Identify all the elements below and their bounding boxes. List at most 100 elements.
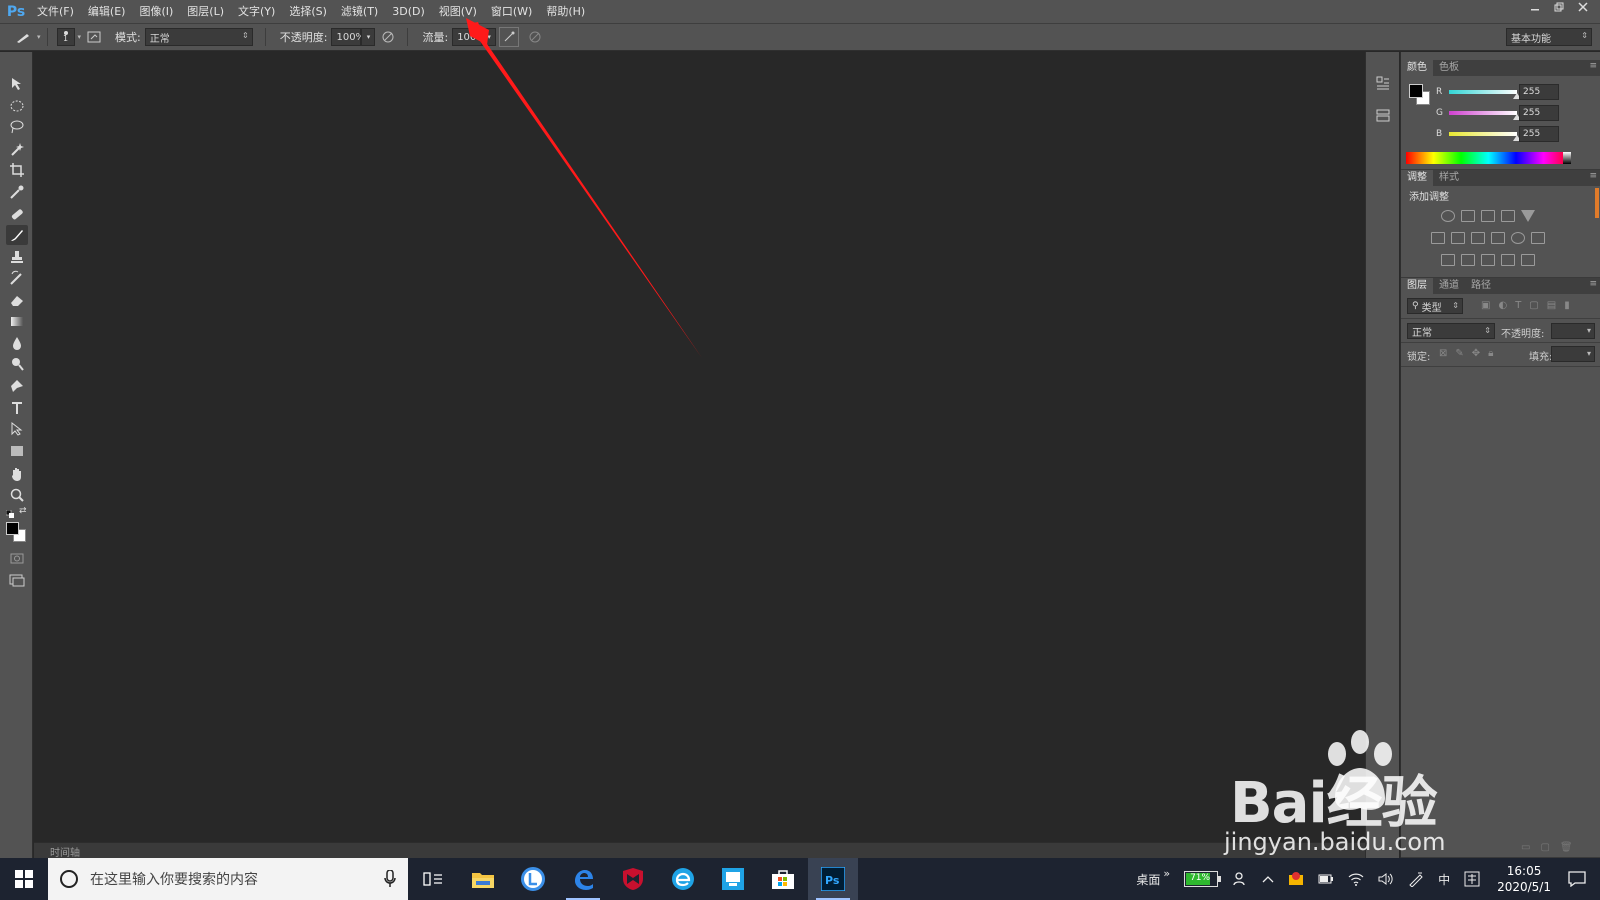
opacity-field[interactable]: 100% (331, 28, 365, 46)
pen-workspace-icon[interactable] (1408, 871, 1424, 887)
brush-tool-icon[interactable] (6, 225, 28, 245)
filter-toggle-icon[interactable]: ▮ (1564, 300, 1570, 311)
gradient-map-icon[interactable] (1521, 254, 1535, 266)
g-value-field[interactable]: 255 (1519, 105, 1559, 121)
clock[interactable]: 16:05 2020/5/1 (1497, 863, 1551, 895)
new-layer-icon[interactable]: ▢ (1540, 842, 1549, 853)
selective-color-icon[interactable] (1501, 254, 1515, 266)
swap-colors-icon[interactable]: ⇄ (19, 506, 27, 516)
pressure-opacity-icon[interactable] (378, 27, 398, 47)
new-group-icon[interactable]: ▭ (1521, 842, 1530, 853)
volume-icon[interactable] (1378, 872, 1394, 886)
battery-indicator[interactable]: 71% (1184, 871, 1222, 887)
hand-tool-icon[interactable] (6, 464, 28, 484)
foreground-color-swatch[interactable] (6, 522, 19, 535)
shape-filter-icon[interactable]: ▢ (1529, 300, 1538, 311)
menu-filter[interactable]: 滤镜(T) (334, 0, 385, 23)
threshold-icon[interactable] (1481, 254, 1495, 266)
delete-layer-icon[interactable]: 🗑︎ (1560, 842, 1573, 853)
foreground-background-swatch[interactable] (6, 522, 26, 542)
clone-stamp-tool-icon[interactable] (6, 247, 28, 267)
restore-icon[interactable] (1548, 0, 1570, 14)
chevron-up-icon[interactable] (1262, 875, 1274, 883)
dodge-tool-icon[interactable] (6, 354, 28, 374)
b-track[interactable] (1449, 132, 1517, 136)
path-selection-tool-icon[interactable] (6, 419, 28, 439)
fill-field[interactable]: ▾ (1551, 346, 1595, 362)
zoom-tool-icon[interactable] (6, 485, 28, 505)
brush-size-arrow-icon[interactable]: ▾ (78, 33, 82, 41)
microphone-icon[interactable] (384, 870, 396, 888)
file-explorer-button[interactable] (458, 858, 508, 900)
minimize-icon[interactable] (1524, 0, 1546, 14)
tab-styles[interactable]: 样式 (1433, 170, 1465, 186)
exposure-icon[interactable] (1501, 210, 1515, 222)
menu-view[interactable]: 视图(V) (432, 0, 484, 23)
menu-layer[interactable]: 图层(L) (180, 0, 231, 23)
magic-wand-tool-icon[interactable] (6, 139, 28, 159)
tab-swatches[interactable]: 色板 (1433, 60, 1465, 76)
panel-scrollbar[interactable] (1595, 188, 1599, 218)
quick-mask-icon[interactable] (6, 548, 28, 568)
channel-mixer-icon[interactable] (1511, 232, 1525, 244)
brush-panel-toggle-icon[interactable] (84, 27, 104, 47)
b-value-field[interactable]: 255 (1519, 126, 1559, 142)
airbrush-icon[interactable] (499, 27, 520, 47)
type-filter-icon[interactable]: T (1515, 300, 1521, 311)
slider-g[interactable]: G 255 (1401, 105, 1600, 123)
lock-position-icon[interactable]: ✥ (1472, 348, 1480, 359)
pressure-size-icon[interactable] (525, 27, 545, 47)
history-brush-tool-icon[interactable] (6, 268, 28, 288)
edge-browser-button[interactable] (558, 858, 608, 900)
slider-b[interactable]: B 255 (1401, 126, 1600, 144)
color-ramp[interactable] (1406, 152, 1571, 164)
panel-menu-icon[interactable]: ≡ (1589, 61, 1597, 71)
blur-tool-icon[interactable] (6, 333, 28, 353)
lock-transparent-icon[interactable]: ⊠ (1439, 348, 1447, 359)
ime-indicator[interactable]: 中 (1438, 871, 1450, 888)
tab-paths[interactable]: 路径 (1465, 278, 1497, 294)
menu-image[interactable]: 图像(I) (132, 0, 180, 23)
flow-slider-toggle[interactable]: ▾ (482, 28, 497, 46)
invert-icon[interactable] (1441, 254, 1455, 266)
tab-layers[interactable]: 图层 (1401, 278, 1433, 294)
black-white-ramp[interactable] (1563, 152, 1571, 164)
tab-channels[interactable]: 通道 (1433, 278, 1465, 294)
task-view-button[interactable] (408, 858, 458, 900)
menu-help[interactable]: 帮助(H) (539, 0, 592, 23)
history-panel-icon[interactable] (1372, 72, 1394, 94)
rectangle-tool-icon[interactable] (6, 441, 28, 461)
slider-r[interactable]: R 255 (1401, 84, 1600, 102)
color-balance-icon[interactable] (1451, 232, 1465, 244)
smart-object-filter-icon[interactable]: ▤ (1547, 300, 1556, 311)
workspace-switcher[interactable]: 基本功能 ⇕ (1506, 28, 1592, 46)
properties-panel-icon[interactable] (1372, 104, 1394, 126)
hue-saturation-icon[interactable] (1431, 232, 1445, 244)
brush-tool-preset-icon[interactable] (14, 27, 34, 47)
pen-tool-icon[interactable] (6, 376, 28, 396)
ie-browser-button[interactable] (658, 858, 708, 900)
photoshop-taskbar-button[interactable]: Ps (808, 858, 858, 900)
ime-mode-icon[interactable] (1464, 871, 1480, 887)
posterize-icon[interactable] (1461, 254, 1475, 266)
brightness-contrast-icon[interactable] (1441, 210, 1455, 222)
black-white-icon[interactable] (1471, 232, 1485, 244)
chevron-double-right-icon[interactable]: » (1163, 867, 1170, 880)
battery-tray-icon[interactable] (1318, 874, 1334, 884)
desktop-toolbar-label[interactable]: 桌面 (1136, 871, 1160, 888)
wifi-icon[interactable] (1348, 872, 1364, 886)
screen-mode-icon[interactable] (6, 570, 28, 590)
opacity-slider-toggle[interactable]: ▾ (361, 28, 376, 46)
preset-dropdown-arrow-icon[interactable]: ▾ (37, 33, 41, 41)
curves-icon[interactable] (1481, 210, 1495, 222)
document-canvas-area[interactable] (34, 52, 1365, 842)
close-icon[interactable] (1572, 0, 1594, 14)
brush-size-picker[interactable]: 1 (56, 28, 75, 46)
marquee-tool-icon[interactable] (6, 96, 28, 116)
adjustment-filter-icon[interactable]: ◐ (1498, 300, 1507, 311)
start-button[interactable] (0, 858, 48, 900)
crop-tool-icon[interactable] (6, 160, 28, 180)
r-track[interactable] (1449, 90, 1517, 94)
menu-3d[interactable]: 3D(D) (385, 0, 432, 23)
healing-brush-tool-icon[interactable] (6, 204, 28, 224)
